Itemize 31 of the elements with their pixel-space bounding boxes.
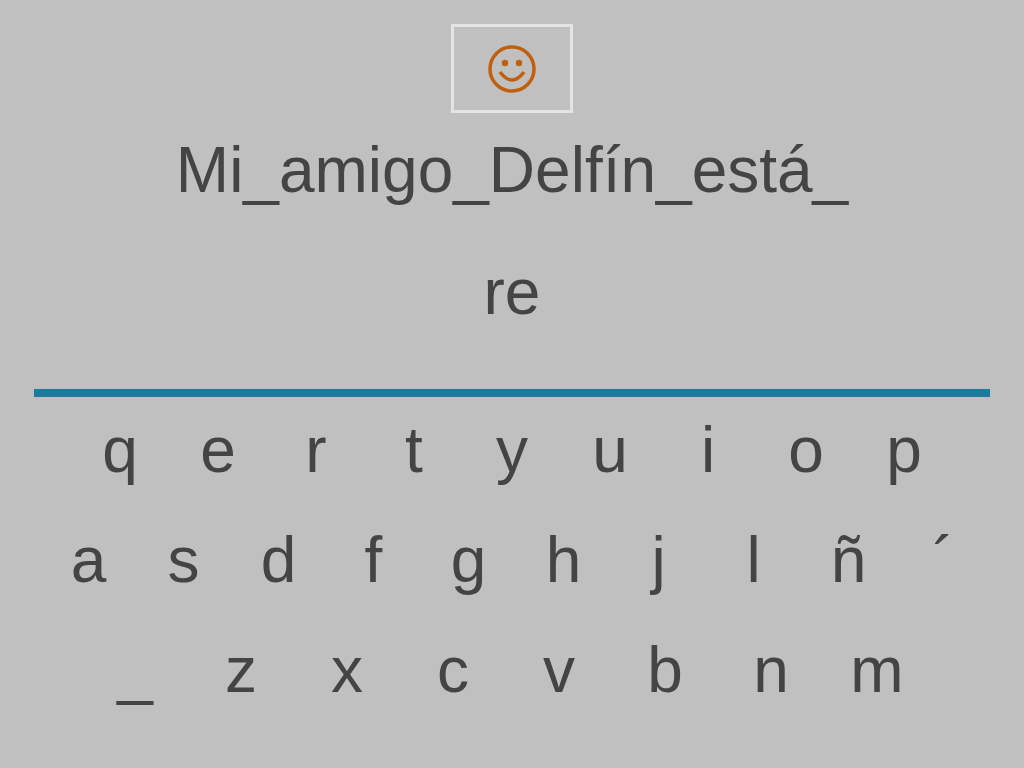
sentence-text: Mi_amigo_Delfín_está_ xyxy=(175,133,849,207)
letter-key[interactable]: q xyxy=(71,413,169,487)
letter-key[interactable]: c xyxy=(400,633,506,707)
letter-key[interactable]: x xyxy=(294,633,400,707)
letter-key[interactable]: h xyxy=(516,523,611,597)
letter-key[interactable]: i xyxy=(659,413,757,487)
letter-key[interactable]: g xyxy=(421,523,516,597)
answer-text: re xyxy=(483,255,541,329)
smiley-icon xyxy=(487,43,537,94)
letter-key[interactable]: n xyxy=(718,633,824,707)
letter-key[interactable]: b xyxy=(612,633,718,707)
letter-key[interactable]: d xyxy=(231,523,326,597)
letter-key[interactable]: s xyxy=(136,523,231,597)
letter-key[interactable]: r xyxy=(267,413,365,487)
letter-key[interactable]: j xyxy=(611,523,706,597)
letter-key[interactable]: p xyxy=(855,413,953,487)
letter-key[interactable]: ñ xyxy=(801,523,896,597)
letter-key[interactable]: u xyxy=(561,413,659,487)
letter-key[interactable]: t xyxy=(365,413,463,487)
letter-key[interactable]: m xyxy=(824,633,930,707)
letter-key[interactable]: z xyxy=(188,633,294,707)
smiley-button[interactable] xyxy=(451,24,573,113)
letter-key[interactable]: l xyxy=(706,523,801,597)
letter-key[interactable]: v xyxy=(506,633,612,707)
letter-key[interactable]: e xyxy=(169,413,267,487)
letter-key[interactable]: o xyxy=(757,413,855,487)
letter-key[interactable]: y xyxy=(463,413,561,487)
letter-key[interactable]: f xyxy=(326,523,421,597)
letter-key[interactable]: ´ xyxy=(896,523,991,597)
letter-key[interactable]: a xyxy=(41,523,136,597)
letter-key[interactable]: _ xyxy=(82,633,188,707)
